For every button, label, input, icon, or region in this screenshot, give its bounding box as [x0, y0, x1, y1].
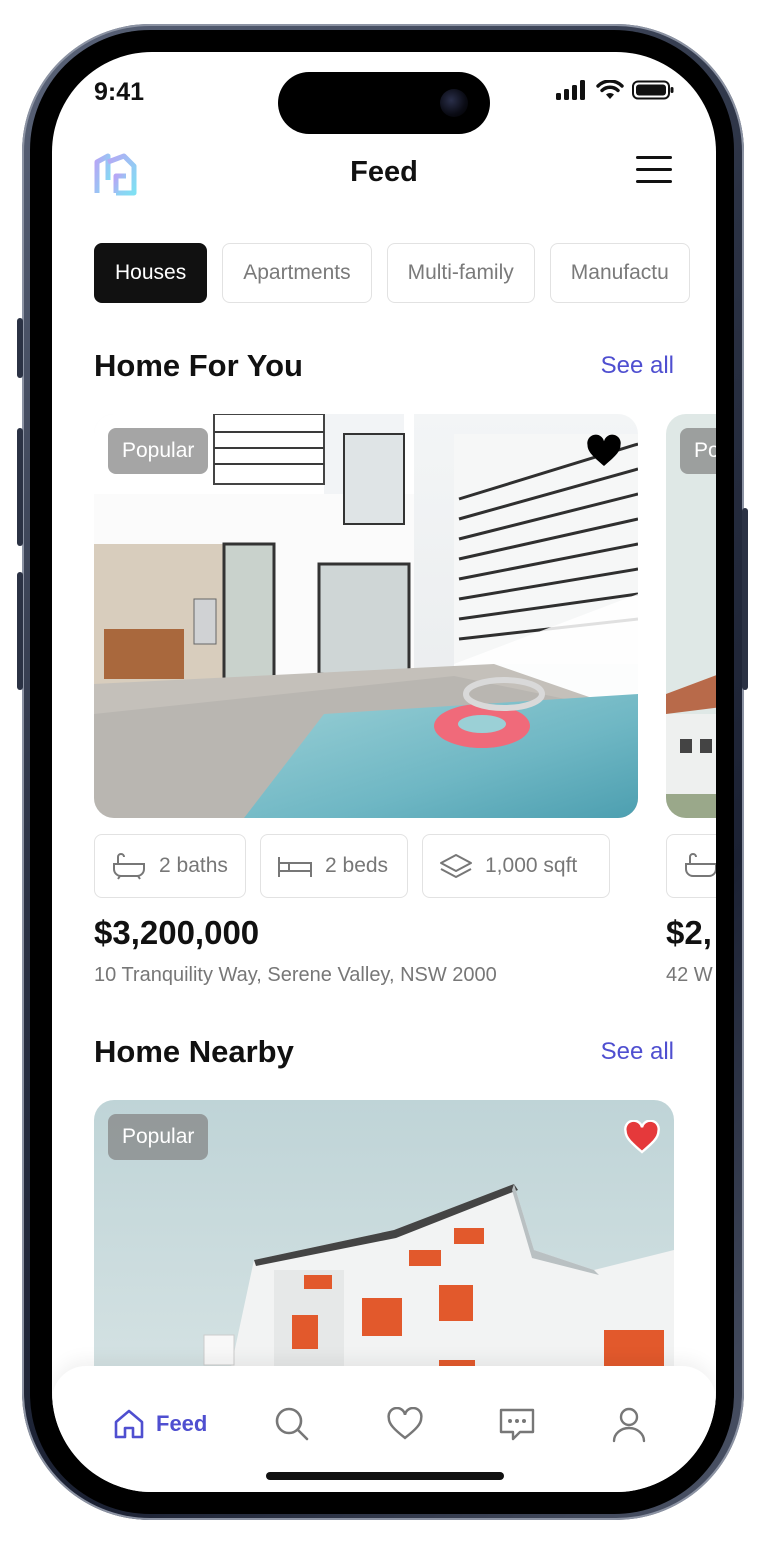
address-label: 10 Tranquility Way, Serene Valley, NSW 2… — [94, 964, 497, 986]
tab-messages[interactable] — [498, 1404, 536, 1444]
layers-icon — [440, 854, 472, 878]
address-label-next: 42 W — [666, 964, 713, 986]
battery-icon — [632, 80, 674, 100]
section-title-home-for-you: Home For You — [94, 348, 303, 383]
favorite-heart-icon[interactable] — [624, 1120, 660, 1154]
price-label: $3,200,000 — [94, 914, 260, 951]
heart-icon — [387, 1407, 423, 1440]
chip-manufactured[interactable]: Manufactu — [549, 243, 690, 303]
home-icon — [114, 1409, 144, 1439]
popular-badge: Po — [680, 428, 716, 474]
property-image-nearby[interactable]: Popular — [94, 1100, 674, 1400]
area-label: 1,000 sqft — [485, 854, 578, 877]
see-all-home-for-you[interactable]: See all — [601, 352, 674, 380]
favorite-heart-icon[interactable] — [586, 434, 622, 468]
menu-icon-line — [636, 180, 672, 183]
camera-icon — [440, 89, 468, 117]
volume-down-button — [17, 572, 23, 690]
bathtub-icon — [685, 853, 716, 877]
menu-icon-line — [636, 168, 672, 171]
tab-feed[interactable]: Feed — [112, 1404, 207, 1444]
action-button — [17, 318, 23, 378]
chip-apartments[interactable]: Apartments — [222, 243, 372, 303]
power-button — [742, 508, 748, 690]
see-all-home-nearby[interactable]: See all — [601, 1038, 674, 1066]
beds-info: 2 beds — [260, 834, 408, 898]
property-image-next[interactable]: Po — [666, 414, 716, 818]
bathtub-icon — [113, 853, 145, 880]
menu-button[interactable] — [636, 156, 672, 186]
dynamic-island — [278, 72, 490, 134]
baths-info-next — [666, 834, 716, 898]
tab-search[interactable] — [274, 1404, 310, 1444]
search-icon — [275, 1407, 309, 1441]
chip-houses[interactable]: Houses — [94, 243, 208, 303]
status-time: 9:41 — [94, 78, 145, 106]
chat-icon — [499, 1408, 535, 1441]
popular-badge: Popular — [108, 1114, 209, 1160]
property-image[interactable]: Popular — [94, 414, 638, 818]
area-info: 1,000 sqft — [422, 834, 610, 898]
house-pool-photo — [94, 414, 638, 818]
home-indicator[interactable] — [266, 1472, 504, 1480]
status-icons — [556, 80, 674, 100]
wifi-icon — [596, 80, 624, 99]
app-screen: 9:41 Feed Houses Apartments Multi-family… — [52, 52, 716, 1492]
beds-label: 2 beds — [325, 854, 389, 877]
category-filter: Houses Apartments Multi-family Manufactu — [94, 243, 690, 303]
house-photo-next — [666, 414, 716, 818]
tab-feed-label: Feed — [156, 1411, 208, 1436]
signal-icon — [556, 80, 585, 100]
baths-label: 2 baths — [159, 854, 228, 877]
section-title-home-nearby: Home Nearby — [94, 1034, 294, 1069]
page-title: Feed — [350, 156, 418, 188]
price-label-next: $2, — [666, 914, 712, 951]
tab-favorites[interactable] — [386, 1404, 424, 1444]
menu-icon-line — [636, 156, 672, 159]
tab-profile[interactable] — [610, 1404, 648, 1444]
baths-info: 2 baths — [94, 834, 246, 898]
volume-up-button — [17, 428, 23, 546]
chip-multi-family[interactable]: Multi-family — [386, 243, 535, 303]
bed-icon — [278, 857, 312, 877]
profile-icon — [612, 1407, 646, 1443]
popular-badge: Popular — [108, 428, 209, 474]
